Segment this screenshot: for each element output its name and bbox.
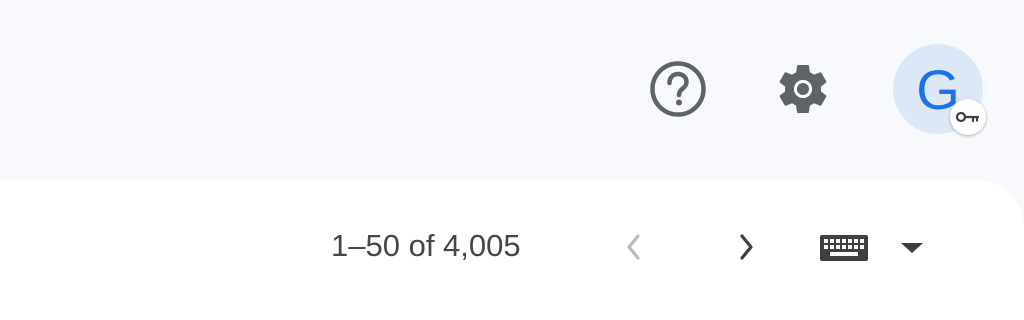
pagination-range: 1–50 of 4,005: [331, 228, 521, 263]
key-icon: [955, 111, 980, 123]
help-circle-icon: [650, 61, 706, 117]
settings-button[interactable]: [770, 56, 836, 122]
help-button[interactable]: [645, 56, 711, 122]
top-header-bar: G: [0, 0, 1024, 180]
input-tools-button[interactable]: [818, 226, 926, 270]
caret-down-icon: [901, 243, 923, 253]
account-avatar-button[interactable]: G: [893, 44, 986, 135]
chevron-left-icon: [627, 234, 640, 260]
gear-icon: [779, 64, 827, 113]
keyboard-icon: [820, 235, 868, 261]
newer-page-button[interactable]: [725, 226, 767, 268]
chevron-right-icon: [740, 234, 753, 260]
older-page-button[interactable]: [613, 226, 655, 268]
managed-account-badge: [950, 99, 986, 135]
